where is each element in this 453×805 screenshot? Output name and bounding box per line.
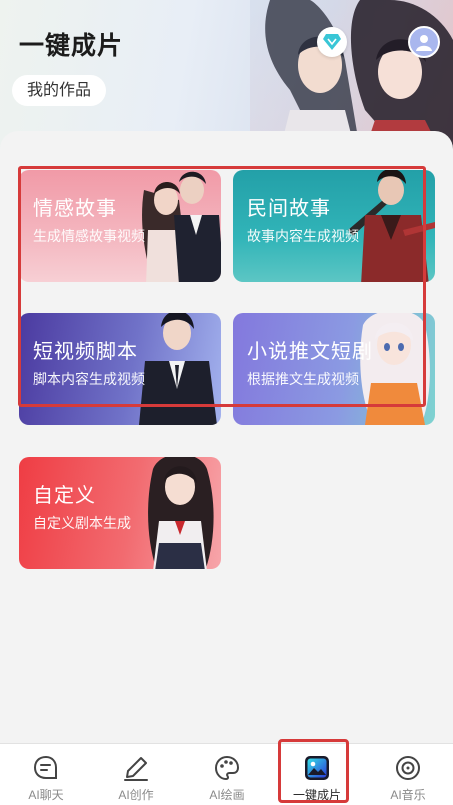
card-subtitle: 故事内容生成视频	[247, 228, 359, 244]
user-avatar[interactable]	[408, 26, 440, 58]
card-emotional-story[interactable]: 情感故事 生成情感故事视频	[19, 170, 221, 282]
card-custom[interactable]: 自定义 自定义剧本生成	[19, 457, 221, 569]
pen-icon	[124, 757, 148, 781]
diamond-icon	[323, 34, 341, 50]
image-icon	[305, 756, 329, 780]
user-icon	[416, 35, 432, 51]
page-title: 一键成片	[19, 32, 124, 60]
chat-icon	[33, 755, 57, 779]
tab-ai-music[interactable]: AI音乐	[373, 744, 443, 805]
tab-ai-chat[interactable]: AI聊天	[11, 744, 81, 805]
card-title: 短视频脚本	[33, 341, 138, 363]
tab-label: 一键成片	[292, 788, 341, 802]
vip-badge[interactable]	[317, 27, 347, 57]
card-title: 情感故事	[33, 198, 117, 220]
card-title: 民间故事	[247, 198, 331, 220]
schoolgirl-illustration	[148, 457, 214, 569]
disc-icon	[396, 756, 420, 780]
card-title: 小说推文短剧	[247, 341, 373, 363]
card-subtitle: 脚本内容生成视频	[33, 371, 145, 387]
couple-illustration	[142, 171, 221, 282]
card-subtitle: 自定义剧本生成	[33, 515, 131, 531]
tab-one-click-video[interactable]: 一键成片	[282, 744, 352, 805]
palette-icon	[214, 755, 240, 781]
bottom-tab-bar: AI聊天 AI创作 AI绘画 一键成片 AI音乐	[0, 743, 453, 805]
tab-ai-create[interactable]: AI创作	[101, 744, 171, 805]
tab-label: AI创作	[118, 788, 154, 802]
tab-label: AI音乐	[390, 788, 426, 802]
header-banner: 一键成片 我的作品	[0, 0, 453, 150]
my-works-button[interactable]: 我的作品	[12, 75, 107, 106]
tab-label: AI聊天	[28, 788, 64, 802]
hero-illustration	[250, 0, 453, 150]
card-short-video-script[interactable]: 短视频脚本 脚本内容生成视频	[19, 313, 221, 425]
card-subtitle: 生成情感故事视频	[33, 228, 145, 244]
card-subtitle: 根据推文生成视频	[247, 371, 359, 387]
card-novel-short-drama[interactable]: 小说推文短剧 根据推文生成视频	[233, 313, 435, 425]
tab-label: AI绘画	[209, 788, 245, 802]
anime-girl-illustration	[360, 313, 430, 425]
card-title: 自定义	[33, 485, 96, 507]
card-folk-story[interactable]: 民间故事 故事内容生成视频	[233, 170, 435, 282]
tab-ai-paint[interactable]: AI绘画	[192, 744, 262, 805]
